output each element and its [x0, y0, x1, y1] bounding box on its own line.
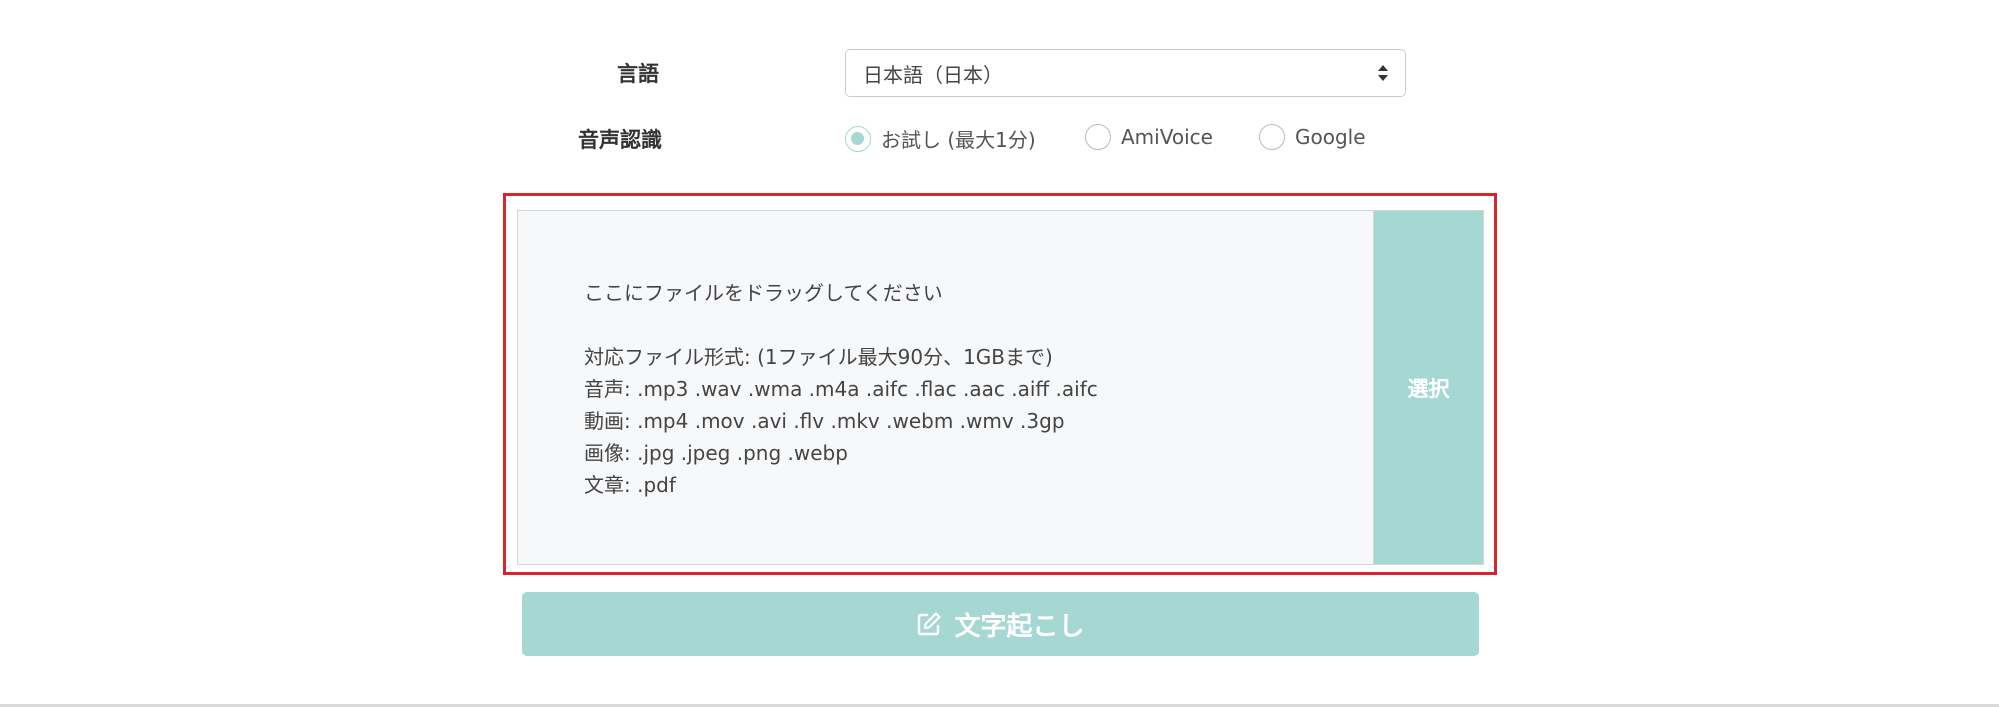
transcribe-label: 文字起こし — [954, 611, 1085, 642]
radio-button[interactable] — [1259, 124, 1285, 150]
radio-button[interactable] — [1085, 124, 1111, 150]
language-label: 言語 — [617, 62, 659, 86]
formats-title: 対応ファイル形式: (1ファイル最大90分、1GBまで) — [584, 345, 1053, 369]
upload-page: 言語 日本語（日本） 音声認識 お試し (最大1分) AmiVoice Goog… — [0, 0, 1999, 707]
formats-image: 画像: .jpg .jpeg .png .webp — [584, 441, 848, 465]
edit-icon — [918, 612, 942, 636]
file-dropzone[interactable]: ここにファイルをドラッグしてください 対応ファイル形式: (1ファイル最大90分… — [517, 210, 1374, 565]
select-arrows-icon — [1378, 65, 1388, 81]
formats-audio: 音声: .mp3 .wav .wma .m4a .aifc .flac .aac… — [584, 377, 1098, 401]
dropzone-text: ここにファイルをドラッグしてください 対応ファイル形式: (1ファイル最大90分… — [584, 277, 1098, 501]
transcribe-button[interactable]: 文字起こし — [522, 592, 1479, 656]
language-select[interactable]: 日本語（日本） — [845, 49, 1406, 97]
formats-document: 文章: .pdf — [584, 473, 676, 497]
radio-google[interactable]: Google — [1259, 124, 1366, 150]
formats-video: 動画: .mp4 .mov .avi .flv .mkv .webm .wmv … — [584, 409, 1065, 433]
radio-amivoice[interactable]: AmiVoice — [1085, 124, 1213, 150]
radio-trial[interactable]: お試し (最大1分) — [845, 124, 1036, 153]
radio-trial-label: お試し (最大1分) — [881, 128, 1036, 152]
radio-amivoice-label: AmiVoice — [1121, 125, 1213, 149]
dropzone-instruction: ここにファイルをドラッグしてください — [584, 281, 943, 305]
select-file-button[interactable]: 選択 — [1374, 210, 1484, 565]
radio-google-label: Google — [1295, 125, 1366, 149]
speech-recognition-label: 音声認識 — [578, 128, 662, 152]
radio-button-checked[interactable] — [845, 125, 871, 152]
dropzone-spacer — [584, 309, 1098, 341]
language-selected-value: 日本語（日本） — [863, 62, 1003, 87]
